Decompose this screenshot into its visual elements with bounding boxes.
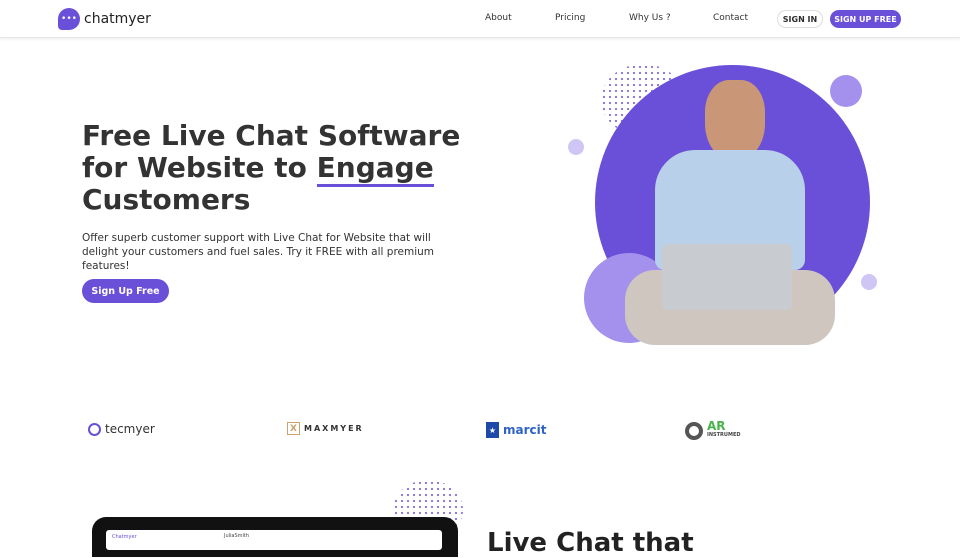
section-heading: Live Chat that <box>487 528 694 558</box>
laptop-image <box>662 244 792 310</box>
x-icon: X <box>287 422 300 435</box>
partner-sub: INSTRUMED <box>707 432 741 438</box>
q-icon <box>685 422 703 440</box>
brand-name: chatmyer <box>84 11 151 27</box>
nav-why-us[interactable]: Why Us ? <box>629 13 671 23</box>
sign-up-free-button[interactable]: Sign Up Free <box>82 279 169 303</box>
nav-pricing[interactable]: Pricing <box>555 13 585 23</box>
title-text-end: Customers <box>82 183 251 216</box>
top-nav: ••• chatmyer About Pricing Why Us ? Cont… <box>0 0 960 38</box>
partner-name: marcit <box>503 423 547 437</box>
partner-logo-marcit: ★ marcit <box>486 422 546 438</box>
app-brand: Chatmyer <box>112 534 137 540</box>
partner-name: tecmyer <box>105 422 155 436</box>
person-head <box>705 80 765 160</box>
partner-logo-tecmyer: tecmyer <box>88 422 155 436</box>
star-badge-icon: ★ <box>486 422 499 438</box>
logo[interactable]: ••• chatmyer <box>58 8 151 30</box>
partner-name: MAXMYER <box>304 424 364 433</box>
nav-about[interactable]: About <box>485 13 512 23</box>
sign-in-button[interactable]: SIGN IN <box>777 10 823 28</box>
partner-name: AR <box>707 419 726 433</box>
nav-contact[interactable]: Contact <box>713 13 748 23</box>
ring-icon <box>88 422 101 436</box>
dot-circle <box>568 139 584 155</box>
chat-bubble-icon: ••• <box>58 8 80 30</box>
partner-logo-maxmyer: X MAXMYER <box>287 422 364 435</box>
app-screen: Chatmyer JuliaSmith <box>106 530 442 550</box>
partner-logo-ar: AR INSTRUMED <box>685 419 741 440</box>
hero-subtitle: Offer superb customer support with Live … <box>82 232 435 272</box>
sign-up-button[interactable]: SIGN UP FREE <box>830 10 901 28</box>
hero-title: Free Live Chat Software for Website to E… <box>82 120 482 216</box>
contact-name: JuliaSmith <box>224 533 250 539</box>
accent-circle <box>830 75 862 107</box>
dot-circle <box>861 274 877 290</box>
title-highlight: Engage <box>316 151 434 187</box>
